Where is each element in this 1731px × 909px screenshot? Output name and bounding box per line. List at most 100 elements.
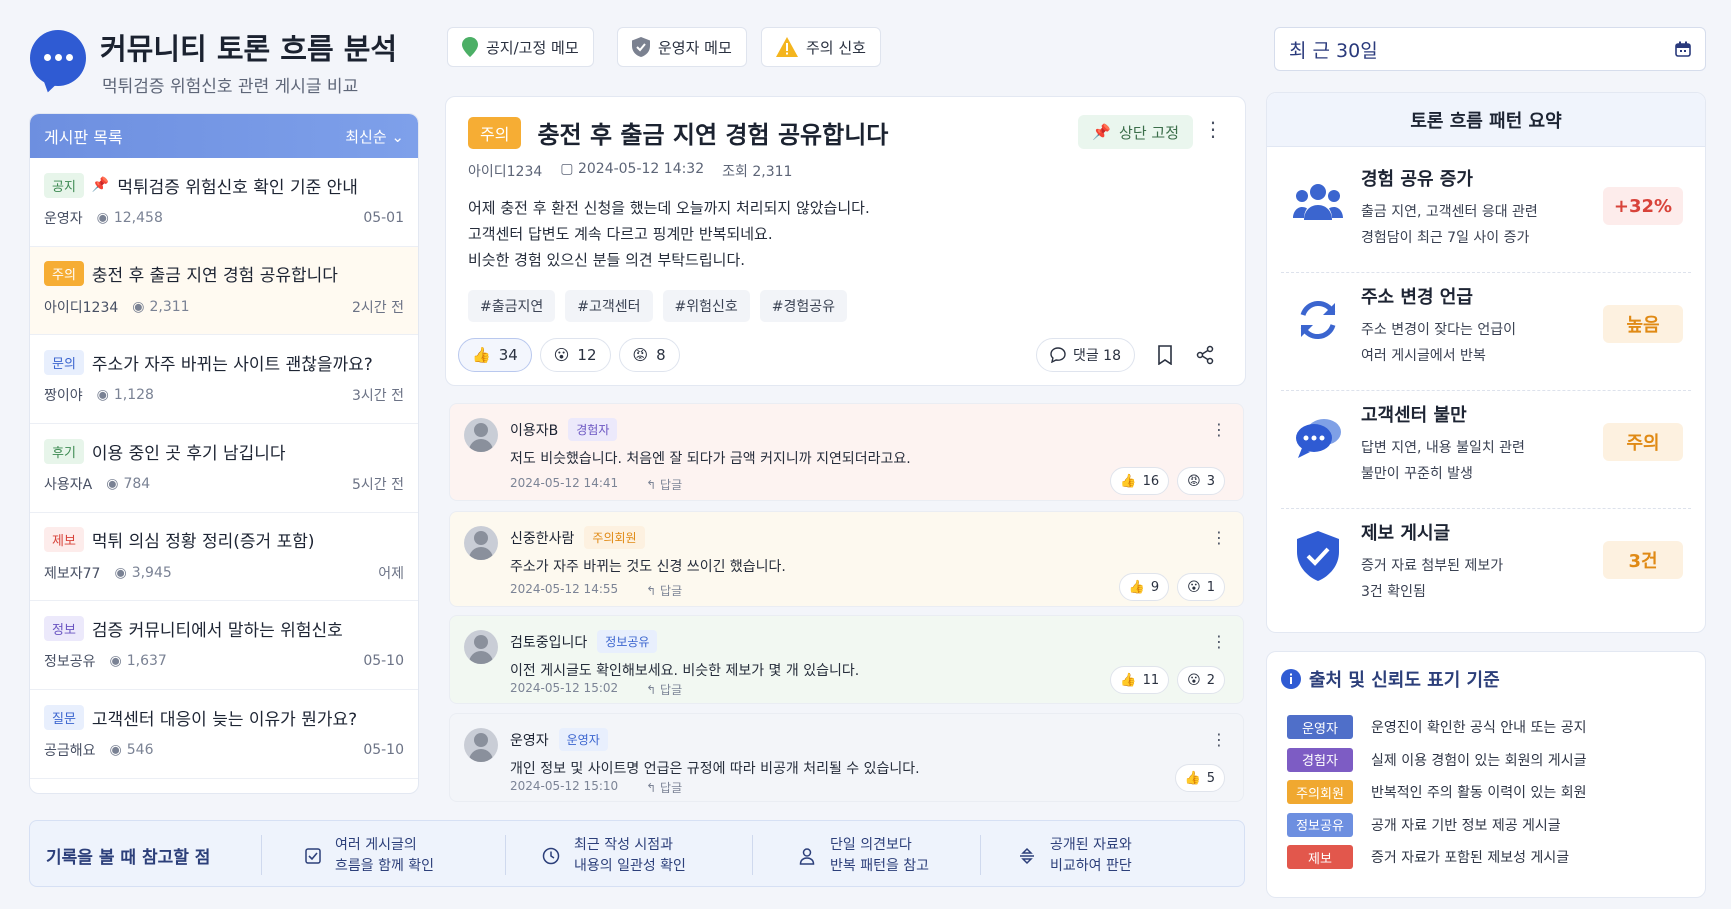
comment-text: 저도 비슷했습니다. 처음엔 잘 되다가 금액 커지니까 지연되더라고요. — [510, 451, 911, 467]
hashtag[interactable]: #출금지연 — [468, 290, 556, 322]
post-more-icon[interactable]: ⋮ — [1203, 119, 1223, 139]
comment-author: 운영자 — [510, 732, 549, 749]
post-title: 충전 후 출금 지연 경험 공유합니다 — [537, 121, 889, 149]
pushpin-icon: 📌 — [91, 177, 110, 193]
reply-label: 답글 — [660, 683, 683, 697]
board-item[interactable]: 공지 📌 먹튀검증 위험신호 확인 기준 안내 운영자 ◉ 12,458 05-01 — [30, 158, 418, 247]
warning-signal-button[interactable]: 주의 신호 — [761, 27, 881, 67]
share-icon[interactable] — [1195, 345, 1215, 365]
tip-line: 여러 게시글의 — [335, 837, 417, 853]
comment-reaction-count: 1 — [1206, 579, 1215, 595]
summary-item-desc: 출금 지연, 고객센터 응대 관련 — [1361, 204, 1538, 220]
summary-item: 주소 변경 언급 주소 변경이 잦다는 언급이 여러 게시글에서 반복 높음 — [1281, 273, 1691, 391]
board-item-tag: 질문 — [44, 704, 84, 730]
legend-desc: 증거 자료가 포함된 제보성 게시글 — [1371, 850, 1570, 866]
angry-icon: 😡 — [632, 346, 649, 364]
admin-memo-button[interactable]: 운영자 메모 — [617, 27, 747, 67]
legend-row: 정보공유 공개 자료 기반 정보 제공 게시글 — [1287, 812, 1561, 837]
comment-like-count: 9 — [1150, 579, 1160, 595]
board-item-time: 05-10 — [363, 742, 404, 759]
date-range-filter[interactable]: 최 근 30일 — [1274, 27, 1706, 71]
tips-title: 기록을 볼 때 참고할 점 — [46, 848, 211, 868]
avatar — [464, 526, 498, 560]
board-item-time: 05-10 — [363, 653, 404, 670]
chevron-down-icon: ⌄ — [391, 127, 404, 146]
views-count: 1,637 — [126, 653, 167, 670]
hashtag[interactable]: #경험공유 — [759, 290, 848, 322]
legend-panel: 출처 및 신뢰도 표기 기준 운영자 운영진이 확인한 공식 안내 또는 공지 경험… — [1266, 651, 1706, 898]
notice-memo-button[interactable]: 공지/고정 메모 — [447, 27, 594, 67]
comment-like-button[interactable]: 👍 5 — [1174, 764, 1225, 792]
comment-reaction-button[interactable]: 😡 3 — [1177, 467, 1225, 495]
views-count: 1,128 — [113, 387, 154, 404]
comment-more-icon[interactable]: ⋮ — [1211, 732, 1227, 748]
board-list-header: 게시판 목록 최신순 ⌄ — [30, 114, 418, 158]
board-list-title: 게시판 목록 — [44, 128, 123, 147]
reply-icon: ↰ — [646, 478, 657, 492]
comment-like-button[interactable]: 👍 16 — [1110, 467, 1170, 495]
like-count: 34 — [498, 346, 518, 364]
comment-date: 2024-05-12 14:55 — [510, 582, 619, 596]
comment-more-icon[interactable]: ⋮ — [1211, 530, 1227, 546]
board-item[interactable]: 문의 주소가 자주 바뀌는 사이트 괜찮을까요? 짱이야 ◉ 1,128 3시간 전 — [30, 335, 418, 425]
hashtag[interactable]: #위험신호 — [662, 290, 750, 322]
eye-icon: ◉ — [96, 387, 109, 404]
info-icon — [1281, 669, 1301, 689]
board-item-title: 검증 커뮤니티에서 말하는 위험신호 — [91, 620, 343, 641]
summary-item-title: 주소 변경 언급 — [1361, 287, 1473, 308]
board-item-views: ◉ 1,637 — [110, 653, 167, 669]
pin-top-label: 상단 고정 — [1119, 123, 1179, 142]
post-actions: 댓글 18 — [1035, 338, 1215, 372]
board-item-title: 주소가 자주 바뀌는 사이트 괜찮을까요? — [91, 354, 373, 375]
summary-item-desc: 주소 변경이 잦다는 언급이 — [1361, 322, 1517, 338]
board-item-views: ◉ 546 — [110, 742, 154, 758]
angry-reaction-button[interactable]: 😡 8 — [618, 338, 680, 372]
legend-desc: 실제 이용 경험이 있는 회원의 게시글 — [1371, 752, 1587, 769]
summary-item-desc: 3건 확인됨 — [1361, 584, 1426, 600]
summary-badge: 3건 — [1603, 541, 1683, 579]
views-count: 3,945 — [131, 564, 172, 581]
summary-badge: +32% — [1603, 187, 1683, 225]
comment-like-button[interactable]: 👍 9 — [1118, 573, 1170, 601]
comment-reaction-button[interactable]: 😮 1 — [1177, 573, 1225, 601]
comment-reaction-count: 2 — [1206, 672, 1215, 688]
board-item[interactable]: 제보 먹튀 의심 정황 정리(증거 포함) 제보자77 ◉ 3,945 어제 — [30, 513, 418, 602]
reply-button[interactable]: ↰ 답글 — [646, 582, 682, 599]
comment-reaction-button[interactable]: 😮 2 — [1177, 666, 1225, 694]
pin-top-button[interactable]: 📌 상단 고정 — [1078, 115, 1193, 149]
board-item[interactable]: 주의 충전 후 출금 지연 경험 공유합니다 아이디1234 ◉ 2,311 2시간 전 — [30, 246, 418, 336]
post-author: 아이디1234 — [468, 164, 543, 180]
legend-desc: 반복적인 주의 활동 이력이 있는 회원 — [1371, 785, 1587, 801]
board-item[interactable]: 질문 고객센터 대응이 늦는 이유가 뭔가요? 공금해요 ◉ 546 05-10 — [30, 690, 418, 779]
comment-item: 검토중입니다 정보공유 ⋮ 이전 게시글도 확인해보세요. 비슷한 제보가 몇 개 있… — [449, 615, 1244, 704]
comments-button[interactable]: 댓글 18 — [1035, 338, 1135, 372]
comment-date: 2024-05-12 14:41 — [510, 476, 619, 490]
reply-button[interactable]: ↰ 답글 — [646, 779, 682, 796]
summary-badge: 높음 — [1603, 305, 1683, 343]
comment-more-icon[interactable]: ⋮ — [1211, 422, 1227, 438]
reply-label: 답글 — [660, 781, 683, 795]
comment-reaction-count: 3 — [1206, 473, 1215, 489]
wow-icon: 😮 — [1187, 579, 1201, 595]
avatar — [464, 630, 498, 664]
comment-more-icon[interactable]: ⋮ — [1211, 634, 1227, 650]
hashtag[interactable]: #고객센터 — [565, 290, 653, 322]
board-item-title: 고객센터 대응이 늦는 이유가 뭔가요? — [91, 709, 358, 730]
board-item-author: 운영자 — [44, 211, 83, 227]
board-item-tag: 제보 — [44, 527, 84, 553]
sort-dropdown[interactable]: 최신순 ⌄ — [345, 126, 404, 147]
board-item-title: 이용 중인 곳 후기 남깁니다 — [91, 443, 286, 464]
board-item[interactable]: 후기 이용 중인 곳 후기 남깁니다 사용자A ◉ 784 5시간 전 — [30, 424, 418, 513]
reply-button[interactable]: ↰ 답글 — [646, 681, 682, 698]
reply-icon: ↰ — [646, 683, 657, 697]
comment-date: 2024-05-12 15:10 — [510, 779, 619, 793]
reply-button[interactable]: ↰ 답글 — [646, 476, 682, 493]
comment-like-button[interactable]: 👍 11 — [1110, 666, 1170, 694]
summary-title: 토론 흐름 패턴 요약 — [1267, 93, 1705, 147]
bookmark-icon[interactable] — [1157, 345, 1173, 365]
board-item-author: 공금해요 — [44, 743, 96, 760]
like-reaction-button[interactable]: 👍 34 — [458, 338, 532, 372]
wow-reaction-button[interactable]: 😮 12 — [539, 338, 611, 372]
summary-item-desc: 경험담이 최근 7일 사이 증가 — [1361, 230, 1530, 246]
board-item[interactable]: 정보 검증 커뮤니티에서 말하는 위험신호 정보공유 ◉ 1,637 05-10 — [30, 601, 418, 691]
